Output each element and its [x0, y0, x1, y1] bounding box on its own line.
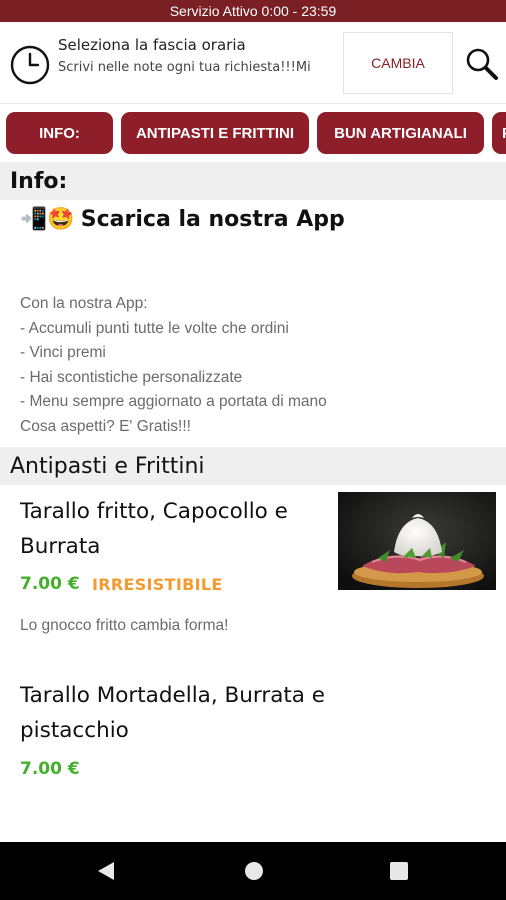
app-promo-emojis: 📲🤩	[20, 207, 75, 232]
app-promo-line: - Vinci premi	[20, 344, 106, 362]
tab-bun-artigianali[interactable]: BUN ARTIGIANALI	[317, 112, 484, 154]
back-triangle-icon[interactable]	[96, 860, 116, 882]
tab-info[interactable]: INFO:	[6, 112, 113, 154]
timeslot-title[interactable]: Seleziona la fascia oraria	[58, 36, 246, 54]
change-timeslot-button[interactable]: CAMBIA	[343, 32, 453, 94]
timeslot-panel: Seleziona la fascia oraria Scrivi nelle …	[0, 22, 506, 104]
app-promo-title: 📲🤩 Scarica la nostra App	[20, 207, 345, 232]
app-promo-title-text: Scarica la nostra App	[80, 207, 345, 232]
app-promo-description: Con la nostra App: - Accumuli punti tutt…	[20, 292, 490, 440]
tab-antipasti-e-frittini[interactable]: ANTIPASTI E FRITTINI	[121, 112, 309, 154]
product-badge: IRRESISTIBILE	[92, 575, 223, 594]
service-status-bar: Servizio Attivo 0:00 - 23:59	[0, 0, 506, 22]
app-promo-line: - Hai scontistiche personalizzate	[20, 368, 243, 386]
app-promo-line: Con la nostra App:	[20, 295, 148, 312]
product-image[interactable]	[338, 492, 496, 590]
app-promo-line: Cosa aspetti? E' Gratis!!!	[20, 417, 191, 435]
app-promo-line: - Menu sempre aggiornato a portata di ma…	[20, 393, 327, 411]
product-title: Tarallo fritto, Capocollo e Burrata	[20, 499, 288, 559]
app-promo-line: - Accumuli punti tutte le volte che ordi…	[20, 319, 289, 337]
system-navigation-bar	[0, 842, 506, 900]
timeslot-note: Scrivi nelle note ogni tua richiesta!!!M…	[58, 60, 311, 75]
product-price: 7.00 €	[20, 574, 80, 594]
search-icon[interactable]	[464, 46, 500, 82]
product-description: Lo gnocco fritto cambia forma!	[20, 617, 229, 634]
home-circle-icon[interactable]	[243, 860, 265, 882]
tab-next-category[interactable]: P	[492, 112, 506, 154]
service-status-text: Servizio Attivo 0:00 - 23:59	[169, 3, 337, 19]
product-title: Tarallo Mortadella, Burrata e pistacchio	[20, 683, 326, 743]
recents-square-icon[interactable]	[389, 861, 409, 881]
section-header-info: Info:	[0, 162, 506, 200]
category-tabs: INFO: ANTIPASTI E FRITTINI BUN ARTIGIANA…	[0, 104, 506, 162]
section-header-antipasti: Antipasti e Frittini	[0, 447, 506, 485]
clock-icon	[10, 45, 50, 85]
product-price: 7.00 €	[20, 759, 80, 779]
